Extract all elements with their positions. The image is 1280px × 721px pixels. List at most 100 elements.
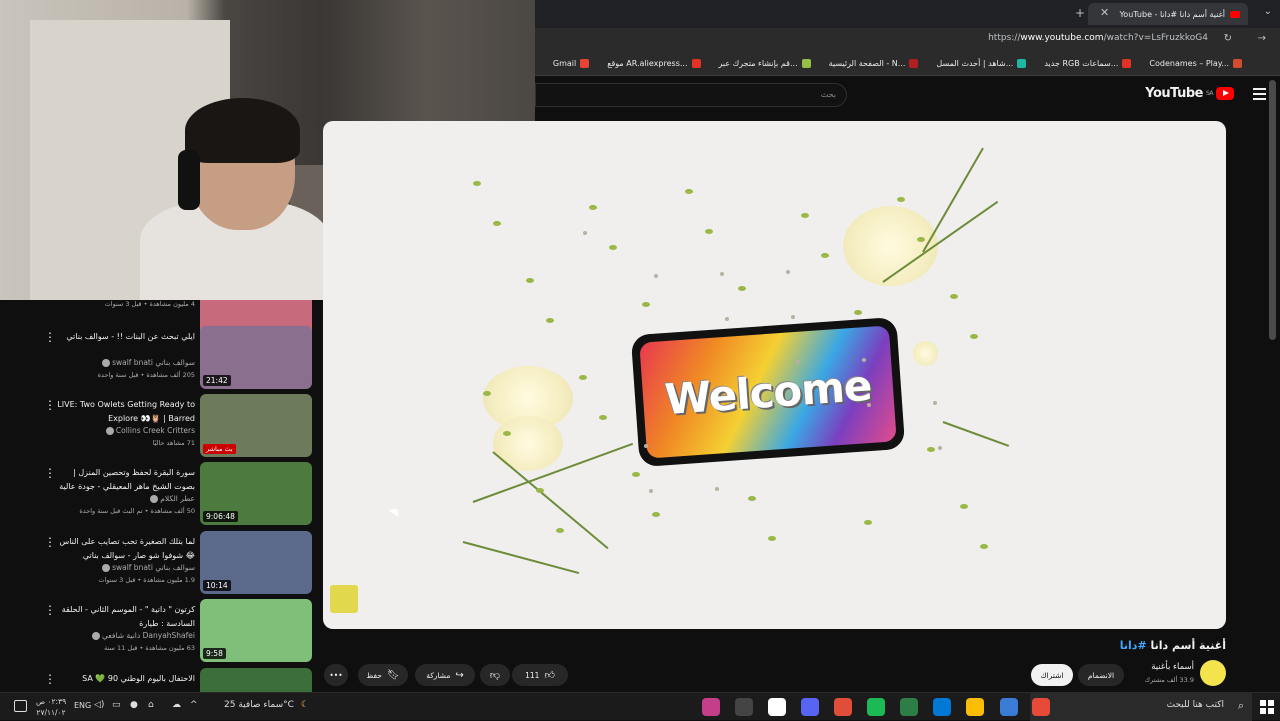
page-scrollbar[interactable] — [1269, 80, 1276, 680]
weather-text: سماء صافية — [238, 700, 284, 710]
bookmark-label: موقع AR.aliexpress... — [607, 59, 688, 68]
channel-name[interactable]: سوالف بناتي swalf bnati — [55, 358, 195, 367]
sidebar-video-item[interactable]: ⋮ 9:58 كرتون " دانية " - الموسم الثاني - ا… — [0, 599, 318, 663]
video-title[interactable]: سورة البقرة لحفظ وتحصين المنزل | بصوت ال… — [55, 466, 195, 494]
video-title[interactable]: كرتون " دانية " - الموسم الثاني - الحلقة… — [55, 603, 195, 631]
taskbar-app-icon[interactable] — [801, 698, 819, 716]
language-indicator[interactable]: ENG — [74, 701, 91, 710]
taskbar-app-icon[interactable] — [1000, 698, 1018, 716]
tray-chevron-icon[interactable]: ^ — [190, 700, 198, 710]
channel-watermark[interactable] — [330, 585, 358, 613]
save-label: حفظ — [366, 670, 382, 680]
video-thumbnail[interactable]: 10:14 — [200, 531, 312, 594]
sidebar-video-item[interactable]: ⋮ بث مباشر LIVE: Two Owlets Getting Ready … — [0, 394, 318, 458]
share-label: مشاركة — [426, 670, 451, 680]
windows-start-icon[interactable] — [1260, 700, 1274, 714]
bookmark-item[interactable]: الصفحة الرئيسية - N... — [829, 59, 919, 68]
leaf-decoration — [556, 528, 564, 533]
leaf-decoration — [652, 512, 660, 517]
video-thumbnail[interactable]: بث مباشر — [200, 394, 312, 457]
video-title[interactable]: LIVE: Two Owlets Getting Ready to Explor… — [55, 398, 195, 426]
close-tab-icon[interactable]: ✕ — [1100, 6, 1109, 19]
channel-name[interactable]: سوالف بناتي swalf bnati — [55, 563, 195, 572]
more-actions-button[interactable]: ••• — [324, 664, 348, 686]
reload-icon[interactable]: ↻ — [1224, 33, 1232, 44]
cloud-icon[interactable]: ☁ — [172, 700, 181, 710]
bookmark-favicon-icon — [909, 59, 919, 68]
dislike-button[interactable]: 👎︎ — [480, 664, 510, 686]
chevron-down-icon[interactable]: ⌄ — [1264, 6, 1272, 17]
taskbar-app-icon[interactable] — [702, 698, 720, 716]
bookmark-item[interactable]: Codenames – Play... — [1149, 59, 1242, 68]
channel-name[interactable]: عطر الكلام — [55, 494, 195, 503]
more-options-icon[interactable]: ⋮ — [44, 672, 56, 686]
video-player[interactable]: Welcome — [323, 121, 1226, 629]
subscribe-button[interactable]: اشتراك — [1031, 664, 1073, 686]
bookmark-item[interactable]: قم بإنشاء متجرك عبر... — [719, 59, 811, 68]
channel-avatar[interactable] — [1200, 660, 1226, 686]
back-arrow-icon[interactable]: → — [1258, 33, 1266, 44]
verified-icon — [150, 495, 159, 503]
sidebar-video-item[interactable]: ⋮ 21:42 ايلي تبحث عن البنات !! - سوالف بنا… — [0, 326, 318, 390]
leaf-decoration — [927, 447, 935, 452]
video-thumbnail[interactable]: 21:42 — [200, 326, 312, 389]
leaf-decoration — [980, 544, 988, 549]
save-button[interactable]: حفظ 🔖︎ — [358, 664, 408, 686]
url-text[interactable]: https://www.youtube.com/watch?v=LsFruzkk… — [988, 33, 1208, 43]
taskbar-search[interactable]: ⌕ اكتب هنا للبحث — [1030, 693, 1252, 721]
channel-name[interactable]: DanyahShafei دانية شافعي — [55, 631, 195, 640]
sidebar-video-item[interactable]: ⋮ 10:14 لما بتلك الصغيرة تحب تصايب على الن… — [0, 531, 318, 595]
hashtag-link[interactable]: #دانا — [1120, 639, 1147, 652]
camera-icon[interactable]: ▭ — [112, 700, 121, 710]
leaf-decoration — [960, 504, 968, 509]
search-icon: ⌕ — [1237, 699, 1244, 712]
volume-icon[interactable]: ◁) — [94, 700, 104, 710]
channel-name[interactable]: Collins Creek Critters — [55, 426, 195, 435]
taskbar-app-icon[interactable] — [867, 698, 885, 716]
more-options-icon[interactable]: ⋮ — [44, 535, 56, 549]
more-options-icon[interactable]: ⋮ — [44, 330, 56, 344]
notification-icon[interactable] — [14, 700, 27, 712]
video-title[interactable]: الاحتفال باليوم الوطني 90 💚 SA — [55, 672, 195, 686]
bookmark-item[interactable]: شاهد | أحدث المسل... — [936, 59, 1027, 68]
taskbar-app-icon[interactable] — [933, 698, 951, 716]
video-thumbnail[interactable]: 9:06:48 — [200, 462, 312, 525]
taskbar-app-icon[interactable] — [900, 698, 918, 716]
bookmark-label: Gmail — [552, 59, 577, 68]
taskbar-app-icon[interactable] — [834, 698, 852, 716]
weather-widget[interactable]: سماء صافية 25°C ☾ — [218, 700, 309, 710]
more-options-icon[interactable]: ⋮ — [44, 398, 56, 412]
sidebar-video-item[interactable]: ⋮الاحتفال باليوم الوطني 90 💚 SAFree1 — [0, 668, 318, 692]
video-thumbnail[interactable] — [200, 668, 312, 692]
flower-decoration — [913, 341, 938, 366]
channel-info[interactable]: أسماء بأغنية 33.9 ألف مشترك — [1126, 660, 1226, 688]
bookmark-item[interactable]: جديد RGB سماعات... — [1044, 59, 1132, 68]
taskbar-app-icon[interactable] — [735, 698, 753, 716]
video-title[interactable]: ايلي تبحث عن البنات !! - سوالف بناتي — [55, 330, 195, 344]
bookmark-item[interactable]: موقع AR.aliexpress... — [607, 59, 701, 68]
taskbar-app-icon[interactable] — [966, 698, 984, 716]
video-thumbnail[interactable]: 9:58 — [200, 599, 312, 662]
leaf-decoration — [526, 278, 534, 283]
more-options-icon[interactable]: ⋮ — [44, 466, 56, 480]
bookmark-item[interactable]: Gmail — [552, 59, 590, 68]
microphone-icon[interactable]: ● — [130, 700, 138, 710]
taskbar-app-icon[interactable] — [768, 698, 786, 716]
like-button[interactable]: 111 👍︎ — [512, 664, 568, 686]
browser-tab[interactable]: YouTube - أغنية أسم دانا #دانا — [1088, 3, 1248, 25]
network-icon[interactable]: ⌂ — [148, 700, 154, 710]
clock[interactable]: ٠٢:٣٩ ص ٢٧/١١/٠٢ — [36, 696, 66, 718]
sidebar-video-item[interactable]: ⋮ 9:06:48 سورة البقرة لحفظ وتحصين المنزل |… — [0, 462, 318, 526]
youtube-logo[interactable]: YouTube SA — [1145, 86, 1234, 101]
taskbar-app-icon[interactable] — [1032, 698, 1050, 716]
video-title[interactable]: لما بتلك الصغيرة تحب تصايب على الناس 😂 ش… — [55, 535, 195, 563]
hamburger-menu-icon[interactable] — [1253, 88, 1266, 103]
more-options-icon[interactable]: ⋮ — [44, 603, 56, 617]
address-bar[interactable]: https://www.youtube.com/watch?v=LsFruzkk… — [535, 28, 1280, 52]
join-button[interactable]: الانضمام — [1078, 664, 1124, 686]
new-tab-button[interactable]: + — [1075, 6, 1085, 20]
search-input[interactable]: بحث — [535, 83, 847, 107]
stem-decoration — [942, 421, 1010, 447]
channel-name[interactable]: أسماء بأغنية — [1151, 662, 1194, 672]
share-button[interactable]: مشاركة ↪ — [415, 664, 475, 686]
